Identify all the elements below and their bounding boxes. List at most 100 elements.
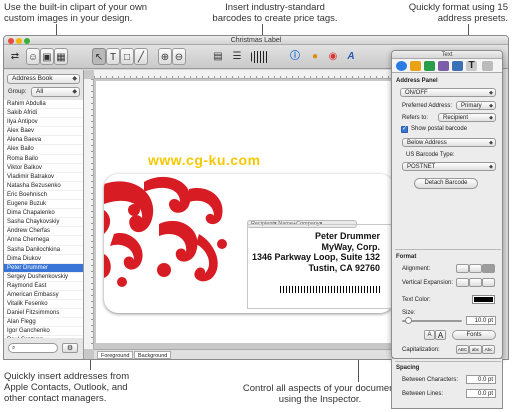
- arrow-tool-button[interactable]: ↖: [92, 48, 106, 65]
- christmas-label[interactable]: Recipient▾ Name+Company▾ Peter Drummer M…: [104, 174, 394, 313]
- contact-row[interactable]: Andrew Cherfas: [4, 227, 83, 237]
- tab-background[interactable]: Background: [134, 351, 172, 359]
- search-field[interactable]: ⌕: [8, 343, 58, 353]
- contact-row[interactable]: Eugene Buzuk: [4, 200, 83, 210]
- contact-row[interactable]: Raymond East: [4, 282, 83, 291]
- size-field[interactable]: 10.0 pt: [466, 316, 496, 325]
- colors-icon[interactable]: ●: [308, 48, 322, 65]
- contact-row[interactable]: Eric Boehnisch: [4, 191, 83, 201]
- align-right-button[interactable]: [482, 264, 495, 273]
- contact-list[interactable]: Rahim Abdulla Sakib Afridi Ilya Antipov Ale…: [4, 100, 83, 338]
- contact-row[interactable]: Sasha Danilochkina: [4, 246, 83, 255]
- color-tab-icon[interactable]: [424, 61, 435, 71]
- detach-barcode-button[interactable]: Detach Barcode: [414, 178, 478, 189]
- callout-line: using the Inspector.: [278, 394, 362, 405]
- refers-to-popup[interactable]: Recipient ◆: [438, 113, 496, 122]
- barcode-icon[interactable]: [251, 51, 269, 63]
- popup-arrow-icon: ◆: [489, 140, 493, 146]
- clipart-button[interactable]: ☺: [26, 48, 40, 65]
- window-title: Christmas Label: [230, 37, 282, 44]
- contact-row[interactable]: Paul Grozyan: [4, 336, 83, 338]
- contact-row[interactable]: Sasha Chaykovskiy: [4, 218, 83, 228]
- expand-down-button[interactable]: [482, 278, 495, 287]
- size-slider-knob[interactable]: [405, 317, 412, 324]
- layout-tab-icon[interactable]: [410, 61, 421, 71]
- globe-icon[interactable]: ◉: [326, 48, 340, 65]
- preferred-address-label: Preferred Address:: [402, 103, 453, 109]
- contact-row[interactable]: Anna Chernega: [4, 236, 83, 246]
- gear-icon[interactable]: ⚙: [62, 343, 78, 353]
- contact-row[interactable]: Sakib Afridi: [4, 109, 83, 119]
- inspector-spacing: Spacing Between Characters: 0.0 pt Betwe…: [391, 359, 503, 409]
- contact-row[interactable]: Viktor Balkov: [4, 164, 83, 173]
- contact-row[interactable]: Roma Bailo: [4, 155, 83, 164]
- contact-row[interactable]: Ilya Antipov: [4, 118, 83, 128]
- expand-middle-button[interactable]: [469, 278, 482, 287]
- text-color-well[interactable]: [472, 295, 495, 304]
- cap-upper-button[interactable]: ABC: [456, 345, 469, 354]
- smaller-font-button[interactable]: A: [424, 330, 435, 340]
- image-tab-icon[interactable]: [438, 61, 449, 71]
- align-left-button[interactable]: [456, 264, 469, 273]
- contact-row[interactable]: Peter Drummer: [4, 263, 83, 273]
- contact-row[interactable]: Daniel Fitzsimmons: [4, 309, 83, 319]
- contact-row[interactable]: Vitalik Fesenko: [4, 300, 83, 310]
- size-label: Size:: [402, 310, 416, 316]
- cap-title-button[interactable]: Abc: [482, 345, 495, 354]
- larger-font-button[interactable]: A: [435, 330, 446, 340]
- contact-row[interactable]: Rahim Abdulla: [4, 100, 83, 110]
- tab-foreground[interactable]: Foreground: [97, 351, 134, 359]
- contact-row[interactable]: Igor Ganchenko: [4, 327, 83, 337]
- rect-tool-button[interactable]: □: [120, 48, 134, 65]
- contact-row[interactable]: Alex Baev: [4, 127, 83, 137]
- postal-barcode[interactable]: [280, 286, 381, 293]
- info-tab-icon[interactable]: [396, 61, 407, 71]
- expand-up-button[interactable]: [456, 278, 469, 287]
- source-popup[interactable]: Address Book ◆: [7, 74, 80, 84]
- popup-arrow-icon: ◆: [489, 103, 493, 109]
- contact-row[interactable]: Natasha Bezusenko: [4, 182, 83, 191]
- address-icon[interactable]: ▤: [211, 48, 225, 65]
- red-flourish-clipart[interactable]: [104, 174, 244, 294]
- inspector-title: Text: [392, 51, 502, 59]
- show-barcode-checkbox[interactable]: ✓: [401, 126, 408, 133]
- serial-icon[interactable]: ☰: [230, 48, 244, 65]
- capitalization-label: Capitalization:: [402, 347, 440, 353]
- shuffle-icon[interactable]: ⇄: [8, 48, 22, 65]
- contact-row[interactable]: Sergey Dushenkovskiy: [4, 273, 83, 282]
- image-button[interactable]: ▣: [40, 48, 54, 65]
- cap-lower-button[interactable]: abc: [469, 345, 482, 354]
- preferred-address-popup[interactable]: Primary ◆: [456, 101, 496, 110]
- text-tool-button[interactable]: T: [106, 48, 120, 65]
- inspector-tabs: T: [392, 59, 502, 73]
- align-center-button[interactable]: [469, 264, 482, 273]
- toggle-value: ON/OFF: [405, 90, 428, 96]
- callout-line: custom images in your design.: [4, 13, 133, 24]
- zoom-in-button[interactable]: ⊕: [158, 48, 172, 65]
- address-panel-toggle[interactable]: ON/OFF ◆: [400, 88, 496, 97]
- contact-row[interactable]: Alan Flegg: [4, 318, 83, 328]
- between-characters-field[interactable]: 0.0 pt: [466, 375, 496, 384]
- contact-row[interactable]: Vladimir Batrakov: [4, 173, 83, 182]
- contact-row[interactable]: Alena Baeva: [4, 136, 83, 146]
- group-popup[interactable]: All ◆: [31, 87, 80, 97]
- info-icon[interactable]: ⓘ: [288, 48, 302, 65]
- recipient-address[interactable]: Peter Drummer MyWay, Corp. 1346 Parkway …: [230, 231, 380, 273]
- fonts-icon[interactable]: A: [344, 48, 358, 65]
- line-tool-button[interactable]: ╱: [134, 48, 148, 65]
- fonts-button[interactable]: Fonts: [452, 330, 496, 340]
- between-lines-field[interactable]: 0.0 pt: [466, 389, 496, 398]
- contact-row[interactable]: Alex Bailo: [4, 145, 83, 155]
- contact-row[interactable]: Dima Chapalenko: [4, 209, 83, 219]
- zoom-out-button[interactable]: ⊖: [172, 48, 186, 65]
- contact-row[interactable]: American Embassy: [4, 291, 83, 301]
- list-tab-icon[interactable]: [452, 61, 463, 71]
- media-button[interactable]: ▦: [54, 48, 68, 65]
- text-tab-icon[interactable]: T: [466, 61, 477, 71]
- address-panel-heading: Address Panel: [396, 78, 438, 84]
- contact-row[interactable]: Dima Diukov: [4, 255, 83, 264]
- barcode-position-popup[interactable]: Below Address ◆: [402, 138, 496, 147]
- popup-arrow-icon: ◆: [72, 76, 77, 82]
- table-tab-icon[interactable]: [482, 61, 493, 71]
- barcode-type-popup[interactable]: POSTNET ◆: [402, 162, 496, 171]
